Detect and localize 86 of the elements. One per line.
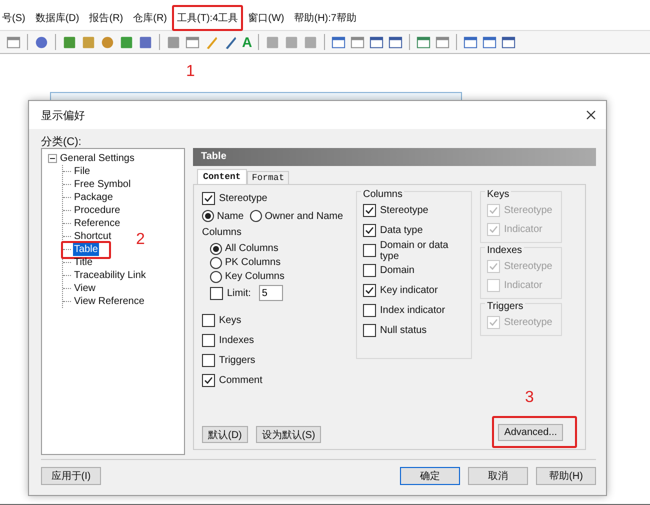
tree-item[interactable]: Table (73, 243, 99, 256)
window-icon[interactable] (6, 34, 21, 50)
checkbox[interactable] (202, 354, 215, 366)
limit-input[interactable]: 5 (258, 285, 283, 301)
radio-label: Key Columns (225, 271, 284, 282)
tree-item[interactable]: General Settings (60, 152, 134, 165)
checkbox[interactable] (202, 314, 215, 326)
highlight-frame (61, 241, 111, 259)
radio-label: Name (217, 210, 244, 222)
checkbox-label: Indexes (219, 334, 254, 346)
radio-button[interactable] (202, 210, 214, 222)
radio-button[interactable] (210, 242, 222, 254)
dialog-button[interactable]: 帮助(H) (536, 467, 596, 485)
checkbox-label: Domain or data type (380, 240, 450, 262)
close-icon[interactable] (586, 110, 596, 120)
radio-label: All Columns (225, 243, 278, 254)
section-label: Columns (202, 227, 242, 238)
radio-label: PK Columns (225, 257, 281, 268)
dialog-button[interactable]: 确定 (400, 467, 460, 485)
dialog-button[interactable]: 取消 (468, 467, 528, 485)
tree-item[interactable]: Title (73, 256, 94, 269)
menu-item[interactable]: 仓库(R) (133, 11, 168, 25)
highlight-frame (172, 5, 244, 31)
checkbox-label: Stereotype (219, 192, 268, 204)
checkbox[interactable] (202, 334, 215, 346)
tree-item[interactable]: View (73, 282, 96, 295)
radio-label: Owner and Name (264, 210, 344, 222)
menu-item[interactable]: 号(S) (2, 11, 26, 25)
tree-item[interactable]: File (73, 165, 92, 178)
checkbox[interactable] (363, 264, 376, 277)
checkbox-label: Null status (380, 325, 427, 336)
checkbox-label: Data type (380, 225, 423, 236)
checkbox-label: Stereotype (380, 205, 428, 216)
radio-button[interactable] (210, 270, 222, 282)
group-title: Keys (485, 189, 512, 200)
tree-item[interactable]: Procedure (73, 204, 122, 217)
apply-to-button[interactable]: 应用于(I) (41, 467, 101, 485)
menu-item[interactable]: 报告(R) (89, 11, 124, 25)
tree-item[interactable]: Traceability Link (73, 269, 147, 282)
collapse-icon[interactable] (48, 154, 57, 163)
tree-item[interactable]: Package (73, 191, 114, 204)
menu-item[interactable]: 工具(T):4工具 (177, 11, 238, 25)
tree-item[interactable]: View Reference (73, 295, 146, 308)
checkbox-label: Limit: (227, 288, 251, 298)
radio-button[interactable] (250, 210, 262, 222)
checkbox-label: Index indicator (380, 305, 446, 316)
checkbox[interactable] (363, 204, 376, 217)
checkbox-label: Key indicator (380, 285, 438, 296)
tab[interactable]: Content (197, 169, 247, 184)
category-label: 分类(C): (41, 135, 82, 148)
panel-header: Table (193, 148, 596, 166)
step-number: 2 (136, 232, 145, 248)
group-title: Indexes (485, 245, 524, 256)
checkbox-label: Comment (219, 374, 262, 386)
advanced-button[interactable]: Advanced... (498, 424, 563, 441)
checkbox[interactable] (202, 192, 215, 204)
checkbox[interactable] (363, 224, 376, 237)
checkbox-label: Indicator (504, 224, 542, 235)
tree-item[interactable]: Free Symbol (73, 178, 132, 191)
menu-item[interactable]: 窗口(W) (248, 11, 284, 25)
tree-item[interactable]: Shortcut (73, 230, 112, 243)
checkbox-label: Stereotype (504, 205, 552, 216)
radio-button[interactable] (210, 256, 222, 268)
group-title: Triggers (485, 301, 526, 312)
checkbox-label: Keys (219, 314, 242, 326)
group-title: Columns (361, 189, 404, 200)
checkbox[interactable] (363, 244, 376, 257)
tree-item[interactable]: Reference (73, 217, 122, 230)
tab[interactable]: Format (246, 171, 290, 184)
checkbox-label: Indicator (504, 280, 542, 291)
menu-item[interactable]: 数据库(D) (35, 11, 80, 25)
checkbox-label: Domain (380, 265, 414, 276)
checkbox[interactable] (363, 304, 376, 317)
default-button[interactable]: 设为默认(S) (256, 426, 322, 443)
checkbox-label: Stereotype (504, 317, 552, 328)
checkbox-label: Triggers (219, 354, 256, 366)
checkbox[interactable] (210, 286, 223, 300)
checkbox[interactable] (202, 374, 215, 386)
step-number: 3 (525, 390, 534, 406)
menu-item[interactable]: 帮助(H):7帮助 (294, 11, 356, 25)
default-button[interactable]: 默认(D) (202, 426, 248, 443)
window-title: 显示偏好 (41, 108, 85, 122)
checkbox[interactable] (363, 284, 376, 297)
checkbox-label: Stereotype (504, 261, 552, 272)
checkbox[interactable] (363, 324, 376, 337)
step-number: 1 (186, 64, 195, 80)
